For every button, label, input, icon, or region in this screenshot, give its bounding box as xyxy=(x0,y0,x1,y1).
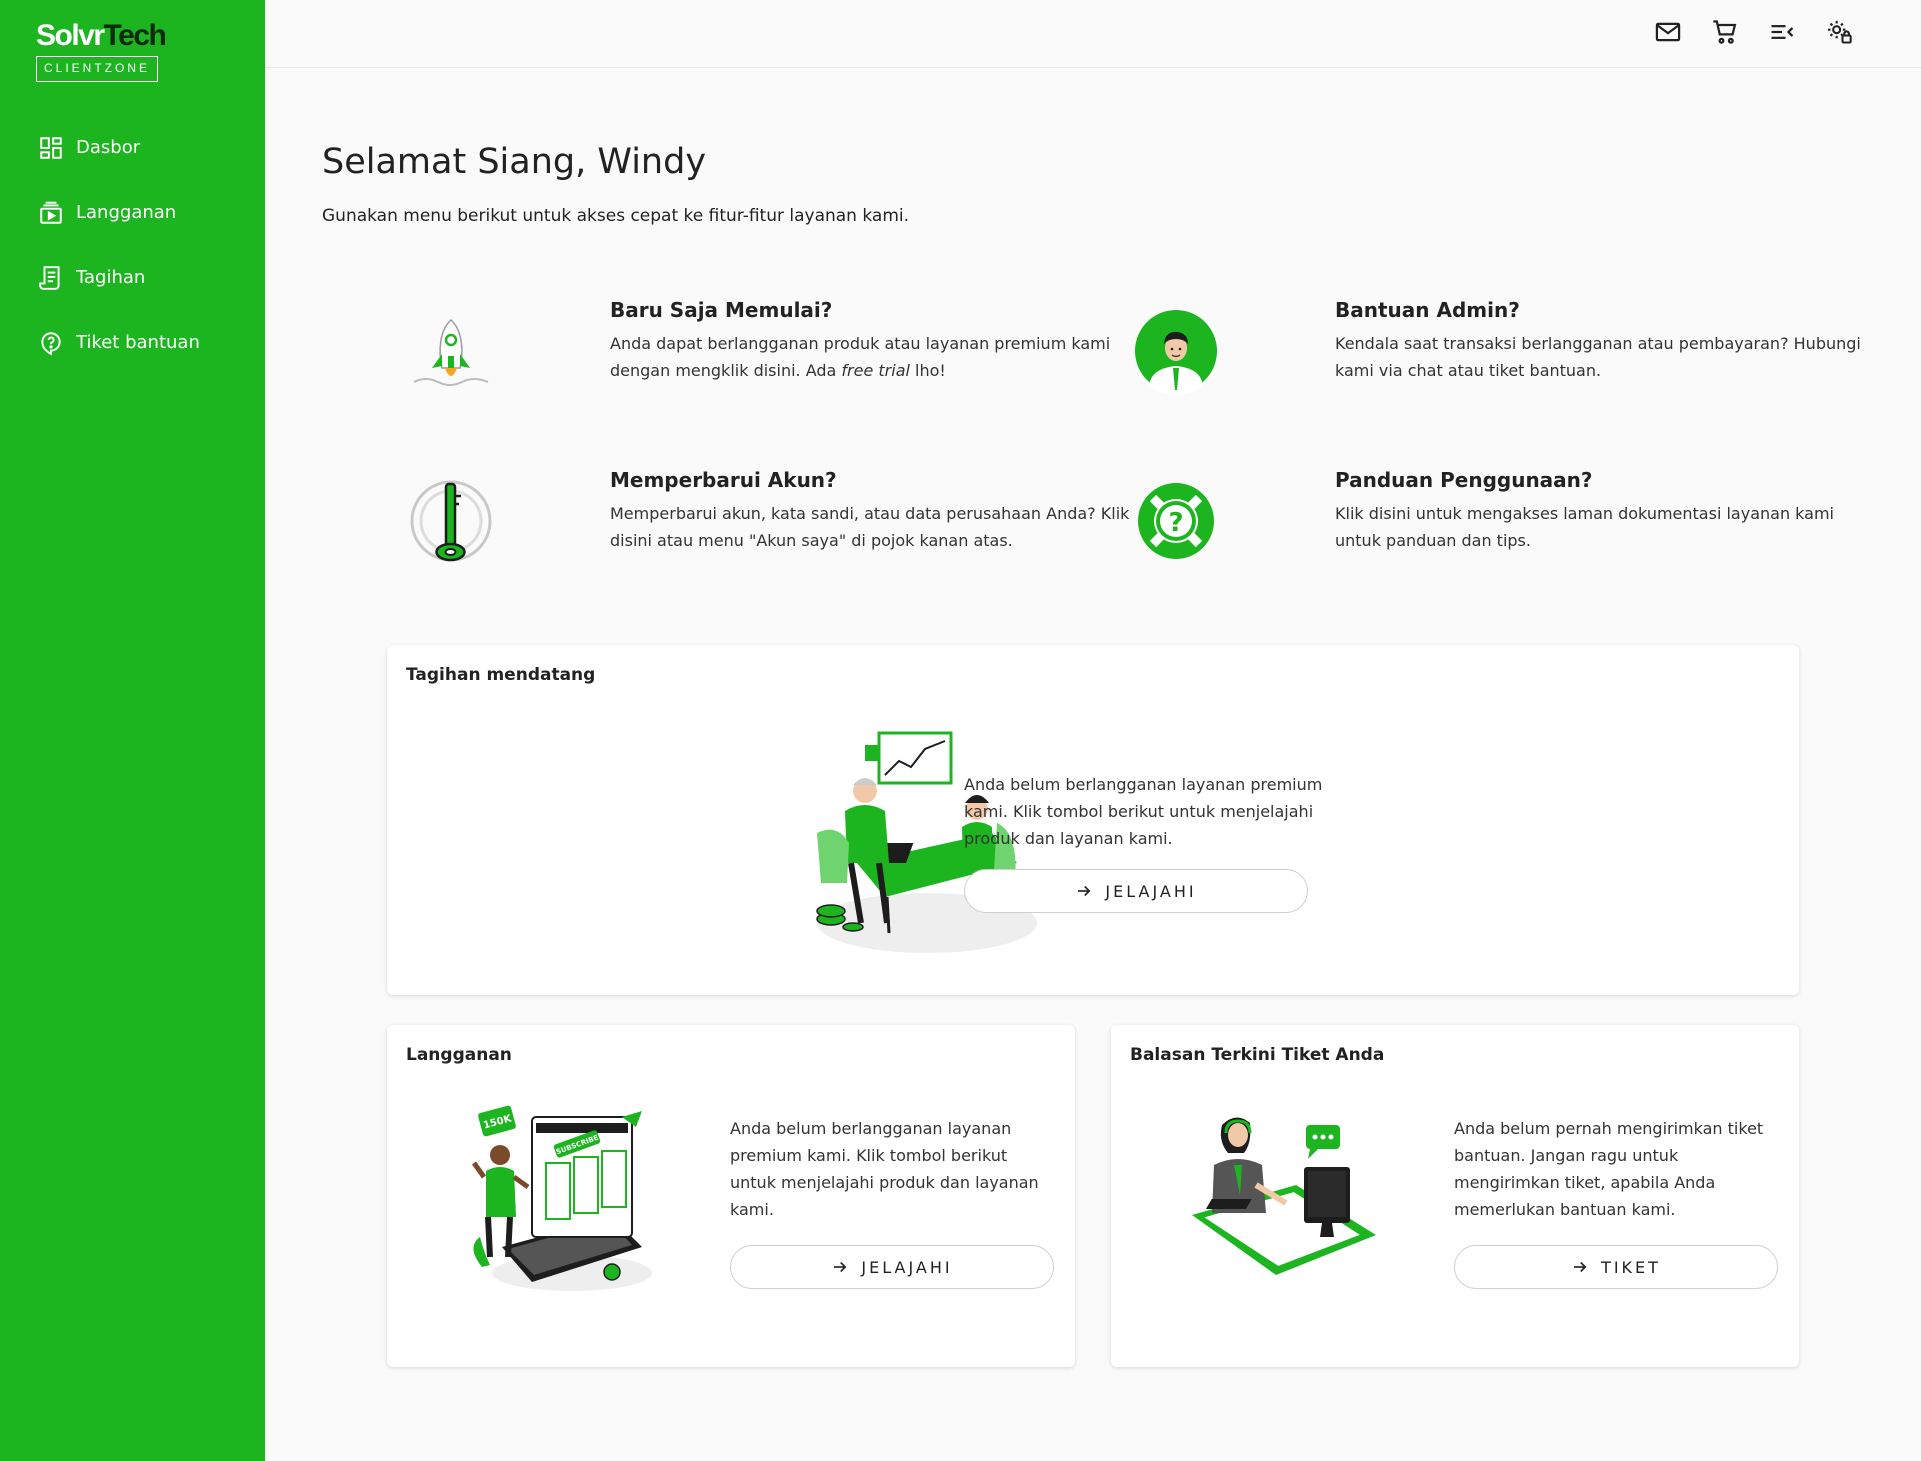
quick-link-title: Memperbarui Akun? xyxy=(610,468,837,492)
rocket-icon xyxy=(413,318,489,386)
subscription-card: Langganan SUBSCRIBE 150K Anda belum berl… xyxy=(387,1025,1075,1367)
card-title: Tagihan mendatang xyxy=(406,665,596,685)
quick-link-admin-help[interactable]: Bantuan Admin? Kendala saat transaksi be… xyxy=(1131,298,1861,408)
card-text: Anda belum berlangganan layanan premium … xyxy=(730,1119,1039,1219)
ticket-replies-card: Balasan Terkini Tiket Anda Anda belum pe… xyxy=(1111,1025,1799,1367)
sidebar-nav: Dasbor Langganan Tagihan Tiket bantuan xyxy=(0,115,265,375)
card-text: Anda belum pernah mengirimkan tiket bant… xyxy=(1454,1119,1764,1219)
explore-button[interactable]: JELAJAHI xyxy=(730,1245,1054,1289)
support-agent-illustration xyxy=(1192,1117,1376,1275)
quick-link-title: Bantuan Admin? xyxy=(1335,298,1520,322)
sidebar-item-tagihan[interactable]: Tagihan xyxy=(0,245,265,310)
card-text: Anda belum berlangganan layanan premium … xyxy=(964,775,1323,848)
arrow-right-icon xyxy=(1078,885,1091,897)
sidebar: SolvrTech CLIENTZONE Dasbor Langganan Ta… xyxy=(0,0,265,1461)
page-subtitle: Gunakan menu berikut untuk akses cepat k… xyxy=(322,206,910,226)
quick-link-title: Baru Saja Memulai? xyxy=(610,298,833,322)
quick-link-user-guide[interactable]: ? Panduan Penggunaan? Klik disini untuk … xyxy=(1131,468,1834,578)
sidebar-item-label: Tiket bantuan xyxy=(76,332,200,353)
menu-collapse-icon[interactable] xyxy=(1768,18,1796,46)
button-label: JELAJAHI xyxy=(1105,881,1197,901)
key-icon xyxy=(410,480,492,562)
receipt-icon xyxy=(39,265,60,290)
button-label: JELAJAHI xyxy=(861,1257,953,1277)
quick-link-text: Anda dapat berlangganan produk atau laya… xyxy=(610,334,1111,380)
top-bar xyxy=(265,0,1921,68)
cart-icon[interactable] xyxy=(1711,18,1739,46)
upcoming-billing-card: Tagihan mendatang Anda belum berlanggana… xyxy=(387,645,1799,995)
arrow-right-icon xyxy=(1574,1261,1587,1273)
lifebuoy-icon: ? xyxy=(1138,483,1214,559)
quick-link-text: Klik disini untuk mengakses laman dokume… xyxy=(1335,504,1834,550)
explore-button[interactable]: JELAJAHI xyxy=(964,869,1308,913)
card-title: Balasan Terkini Tiket Anda xyxy=(1130,1045,1385,1065)
sidebar-item-label: Tagihan xyxy=(76,267,146,288)
mail-icon[interactable] xyxy=(1654,18,1682,46)
dashboard-icon xyxy=(40,136,62,159)
sidebar-item-dasbor[interactable]: Dasbor xyxy=(0,115,265,180)
button-label: TIKET xyxy=(1601,1257,1661,1277)
logo-wordmark: SolvrTech xyxy=(36,19,167,52)
quick-link-title: Panduan Penggunaan? xyxy=(1335,468,1593,492)
quick-link-get-started[interactable]: Baru Saja Memulai? Anda dapat berlanggan… xyxy=(406,298,1110,408)
sidebar-item-tiket-bantuan[interactable]: Tiket bantuan xyxy=(0,310,265,375)
sidebar-item-label: Langganan xyxy=(76,202,177,223)
sidebar-item-label: Dasbor xyxy=(76,137,141,158)
sidebar-item-langganan[interactable]: Langganan xyxy=(0,180,265,245)
logo[interactable]: SolvrTech CLIENTZONE xyxy=(36,18,167,82)
subscriptions-icon xyxy=(40,201,62,224)
svg-text:?: ? xyxy=(1168,508,1183,538)
logo-subtitle: CLIENTZONE xyxy=(36,56,158,82)
quick-link-text: Kendala saat transaksi berlangganan atau… xyxy=(1335,334,1861,380)
card-title: Langganan xyxy=(406,1045,512,1065)
help-ticket-icon xyxy=(41,331,61,355)
subscribe-illustration: SUBSCRIBE 150K xyxy=(471,1105,652,1291)
page-title: Selamat Siang, Windy xyxy=(322,142,707,182)
account-settings-icon[interactable] xyxy=(1825,18,1853,46)
admin-avatar-icon xyxy=(1135,310,1217,394)
ticket-button[interactable]: TIKET xyxy=(1454,1245,1778,1289)
arrow-right-icon xyxy=(834,1261,847,1273)
quick-link-text: Memperbarui akun, kata sandi, atau data … xyxy=(610,504,1130,550)
quick-link-update-account[interactable]: Memperbarui Akun? Memperbarui akun, kata… xyxy=(406,468,1129,578)
